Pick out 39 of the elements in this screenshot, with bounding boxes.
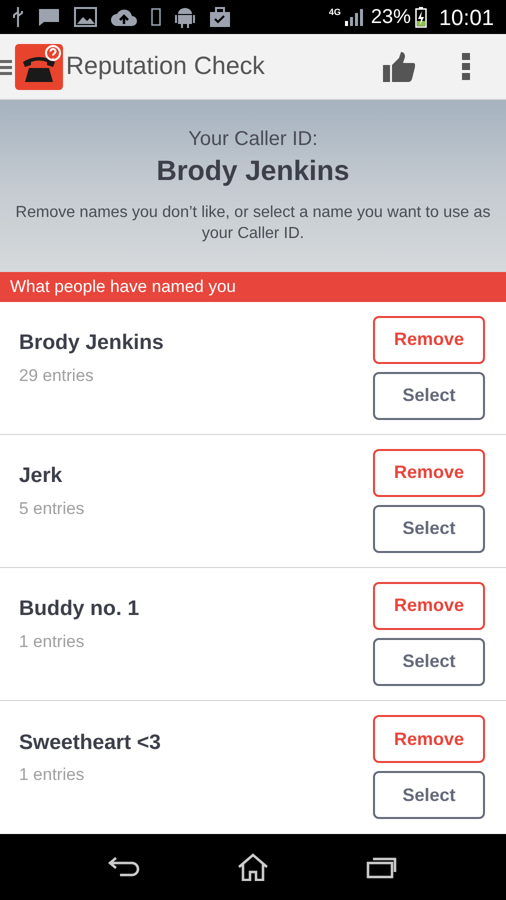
select-button[interactable]: Select <box>373 638 485 686</box>
back-icon[interactable] <box>108 856 140 878</box>
remove-button[interactable]: Remove <box>373 582 485 630</box>
name-title: Brody Jenkins <box>19 330 165 356</box>
entry-count: 29 entries <box>19 364 95 387</box>
remove-button[interactable]: Remove <box>373 448 485 497</box>
remove-button[interactable]: Remove <box>373 715 485 764</box>
name-title: Jerk <box>19 463 64 490</box>
cloud-upload-icon <box>111 8 137 26</box>
message-icon <box>38 8 60 26</box>
app-logo-icon <box>15 44 63 90</box>
entry-count: 5 entries <box>19 498 86 520</box>
caller-id-label: Your Caller ID: <box>188 127 318 152</box>
clock: 10:01 <box>438 4 494 32</box>
select-button[interactable]: Select <box>373 372 485 420</box>
section-header: What people have named you <box>0 272 506 302</box>
home-icon[interactable] <box>236 852 269 881</box>
name-title: Sweetheart <3 <box>19 730 162 756</box>
network-type: 4G <box>328 6 341 18</box>
caller-id-hint: Remove names you don’t like, or select a name you want to use as your Caller ID. <box>14 203 492 244</box>
battery-percent: 23% <box>370 5 411 30</box>
overflow-menu-icon[interactable] <box>461 52 471 81</box>
entry-count: 1 entries <box>19 764 86 786</box>
select-button[interactable]: Select <box>373 504 485 553</box>
battery-charging-icon <box>414 6 427 28</box>
android-icon <box>175 6 195 28</box>
remove-button[interactable]: Remove <box>373 316 485 364</box>
signal-icon <box>344 8 363 26</box>
image-icon <box>74 7 97 27</box>
name-title: Buddy no. 1 <box>19 596 140 622</box>
usb-icon <box>12 6 24 28</box>
entry-count: 1 entries <box>19 630 86 653</box>
thumbs-up-icon[interactable] <box>383 52 415 82</box>
briefcase-check-icon <box>209 6 231 28</box>
app-title: Reputation Check <box>66 50 265 82</box>
phone-icon <box>151 8 161 26</box>
select-button[interactable]: Select <box>373 771 485 820</box>
caller-id-name: Brody Jenkins <box>156 154 350 188</box>
menu-icon[interactable] <box>0 58 12 75</box>
